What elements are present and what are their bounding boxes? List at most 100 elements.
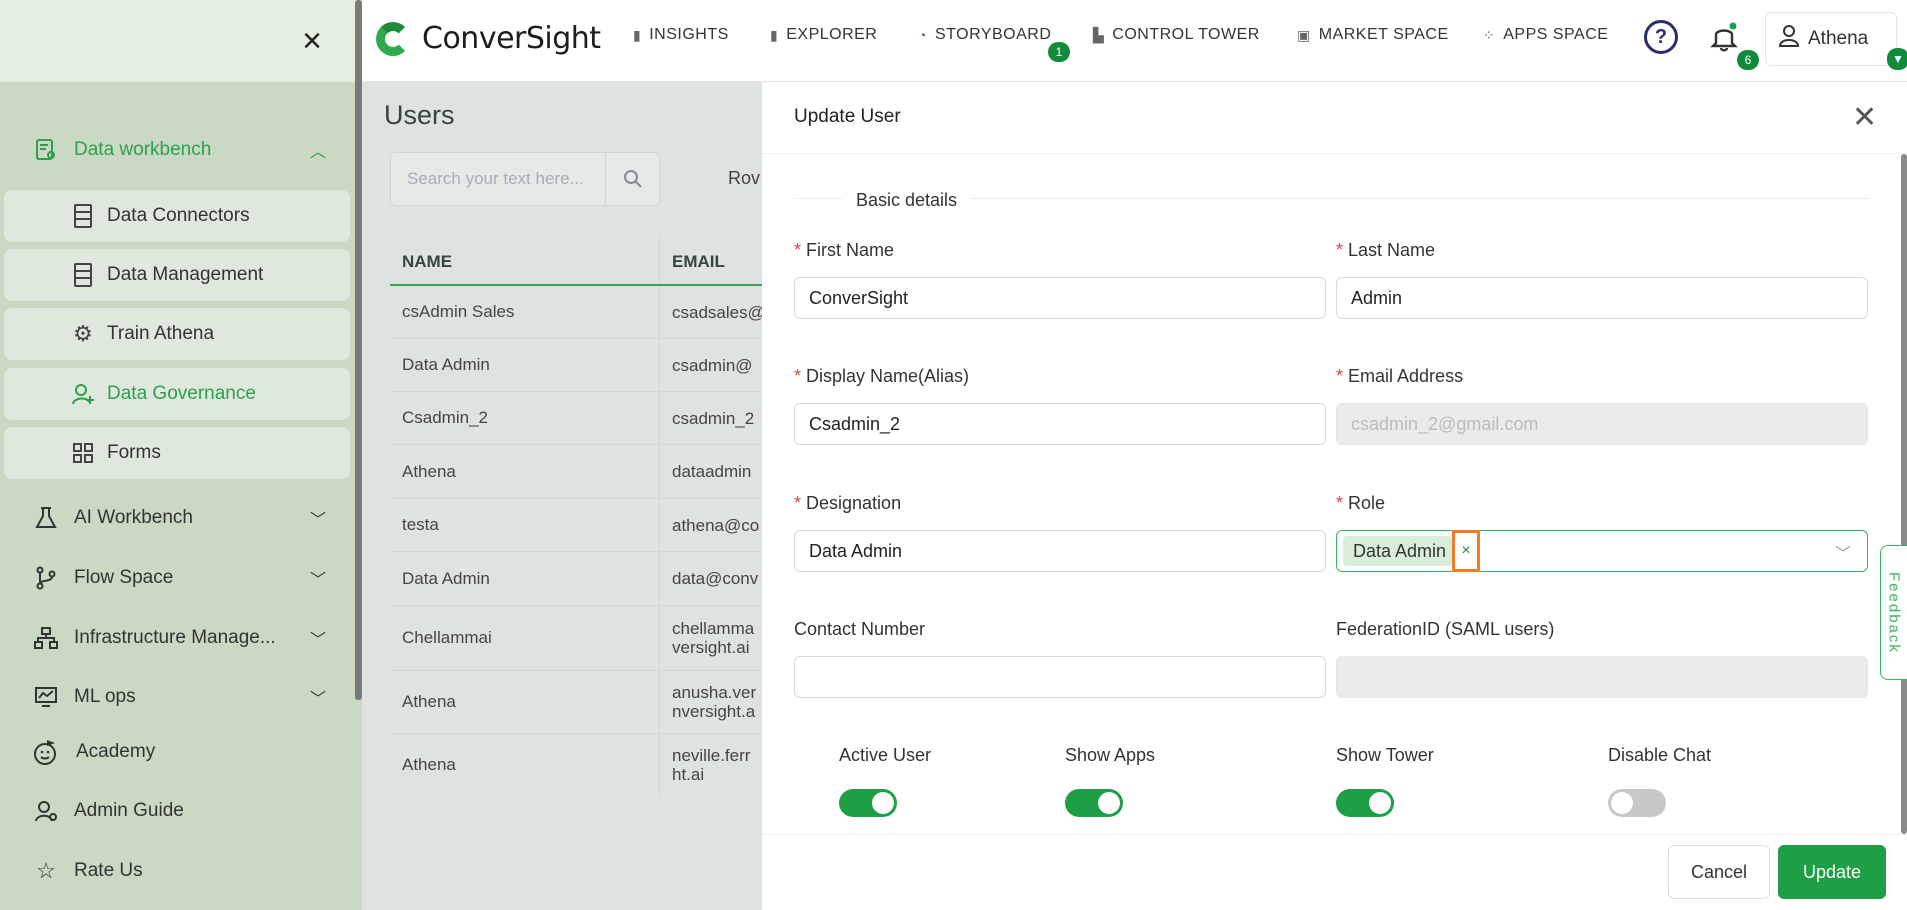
table-row[interactable]: Csadmin_2 csadmin_2 xyxy=(390,392,762,445)
storyboard-badge: 1 xyxy=(1048,42,1070,62)
feedback-tab[interactable]: Feedback xyxy=(1880,545,1907,680)
nav-label: APPS SPACE xyxy=(1503,26,1609,43)
contact-number-field[interactable] xyxy=(794,656,1326,698)
remove-tag-icon[interactable]: × xyxy=(1452,530,1481,572)
first-name-label: * First Name xyxy=(794,240,895,260)
sidebar-item-rate-us[interactable]: ☆ Rate Us xyxy=(0,846,350,896)
cell-email: csadmin_2 xyxy=(672,408,755,428)
show-tower-toggle[interactable] xyxy=(1336,789,1394,817)
user-menu-caret-icon[interactable]: ▼ xyxy=(1887,48,1907,70)
sidebar-item-data-connectors[interactable]: Data Connectors xyxy=(4,190,350,242)
cell-name: csAdmin Sales xyxy=(390,286,660,338)
cell-name: Data Admin xyxy=(390,339,660,391)
nav-insights[interactable]: ▮ INSIGHTS xyxy=(633,26,729,44)
role-tag: Data Admin xyxy=(1343,536,1453,566)
sidebar-section-label: ML ops xyxy=(74,686,136,707)
federation-id-label: FederationID (SAML users) xyxy=(1336,619,1555,639)
academy-icon xyxy=(32,738,60,766)
sidebar-item-admin-guide[interactable]: Admin Guide xyxy=(0,786,350,836)
chevron-down-icon[interactable]: ﹀ xyxy=(1835,540,1851,564)
sidebar-section-label: Data workbench xyxy=(74,139,212,160)
sidebar-section-infrastructure[interactable]: Infrastructure Manage... ﹀ xyxy=(0,613,350,663)
nav-storyboard[interactable]: ◔ STORYBOARD xyxy=(918,26,1051,44)
table-row[interactable]: testa athena@co xyxy=(390,499,762,552)
disable-chat-toggle[interactable] xyxy=(1608,789,1666,817)
star-icon: ☆ xyxy=(36,858,56,883)
user-icon xyxy=(1778,24,1800,54)
drawer-scrollbar[interactable] xyxy=(1901,154,1907,834)
active-user-toggle[interactable] xyxy=(839,789,897,817)
nav-apps-space[interactable]: ⁘ APPS SPACE xyxy=(1483,26,1608,44)
brand-logo[interactable]: ConverSight xyxy=(374,18,601,58)
rows-per-page-label: Rov xyxy=(728,168,761,188)
bell-icon[interactable] xyxy=(1710,22,1738,59)
chevron-down-icon: ﹀ xyxy=(310,572,327,589)
page-title: Users xyxy=(384,100,455,130)
role-select[interactable]: Data Admin × ﹀ xyxy=(1336,530,1868,572)
table-row[interactable]: Data Admin csadmin@ xyxy=(390,339,762,392)
tower-icon: ▙ xyxy=(1093,26,1105,43)
nav-market-space[interactable]: ▣ MARKET SPACE xyxy=(1297,26,1449,44)
nav-label: MARKET SPACE xyxy=(1318,26,1449,43)
cell-name: Athena xyxy=(390,734,660,796)
sidebar-item-label: Forms xyxy=(107,442,161,463)
sidebar-item-label: Admin Guide xyxy=(74,800,184,821)
table-row[interactable]: Chellammai chellamma versight.ai xyxy=(390,606,762,671)
search-box[interactable]: Search your text here... xyxy=(390,152,660,206)
bar-chart-icon: ▮ xyxy=(633,26,642,43)
table-row[interactable]: Athena neville.ferr ht.ai xyxy=(390,734,762,796)
sidebar-section-flow-space[interactable]: Flow Space ﹀ xyxy=(0,553,350,603)
last-name-field[interactable]: Admin xyxy=(1336,277,1868,319)
table-header: NAME EMAIL xyxy=(390,236,762,286)
update-user-drawer: Update User ✕ Basic details * First Name … xyxy=(762,82,1907,910)
update-button[interactable]: Update xyxy=(1778,845,1886,899)
chevron-down-icon: ﹀ xyxy=(310,632,327,649)
user-add-icon xyxy=(66,379,100,409)
sidebar-scrollbar[interactable] xyxy=(355,0,362,700)
help-icon[interactable]: ? xyxy=(1644,20,1678,54)
cell-name: Csadmin_2 xyxy=(390,392,660,444)
flask-icon xyxy=(32,504,60,532)
cell-name: Data Admin xyxy=(390,552,660,605)
drawer-header: Update User ✕ xyxy=(762,82,1907,154)
drawer-footer: Cancel Update xyxy=(762,834,1907,910)
sidebar-section-data-workbench[interactable]: Data workbench ︿ xyxy=(0,125,350,175)
sidebar-item-academy[interactable]: Academy xyxy=(0,727,350,777)
table-row[interactable]: Athena dataadmin xyxy=(390,445,762,499)
nav-control-tower[interactable]: ▙ CONTROL TOWER xyxy=(1093,26,1260,44)
sidebar-item-label: Data Connectors xyxy=(107,205,250,226)
show-apps-toggle[interactable] xyxy=(1065,789,1123,817)
hierarchy-icon xyxy=(32,624,60,652)
role-tag-label: Data Admin xyxy=(1353,540,1447,561)
sidebar-item-train-athena[interactable]: ⚙ Train Athena xyxy=(4,308,350,360)
grid-icon xyxy=(66,438,100,468)
column-header-email[interactable]: EMAIL xyxy=(660,236,762,284)
sidebar-item-data-governance[interactable]: Data Governance xyxy=(4,368,350,420)
sidebar-item-data-management[interactable]: Data Management xyxy=(4,249,350,301)
close-icon[interactable]: × xyxy=(296,24,328,58)
required-marker: * xyxy=(794,240,802,260)
show-apps-label: Show Apps xyxy=(1065,745,1156,765)
nav-explorer[interactable]: ▮ EXPLORER xyxy=(770,26,877,44)
branch-icon xyxy=(32,564,60,592)
display-name-field[interactable]: Csadmin_2 xyxy=(794,403,1326,445)
table-row[interactable]: Athena anusha.ver nversight.a xyxy=(390,671,762,734)
first-name-field[interactable]: ConverSight xyxy=(794,277,1326,319)
designation-field[interactable]: Data Admin xyxy=(794,530,1326,572)
search-icon[interactable] xyxy=(605,153,659,205)
cell-email: neville.ferr ht.ai xyxy=(672,746,751,784)
column-header-name[interactable]: NAME xyxy=(390,236,660,284)
table-row[interactable]: Data Admin data@conv xyxy=(390,552,762,606)
cancel-button[interactable]: Cancel xyxy=(1668,845,1770,899)
close-icon[interactable]: ✕ xyxy=(1852,100,1877,135)
search-input[interactable]: Search your text here... xyxy=(407,169,584,189)
user-menu[interactable]: Athena xyxy=(1765,12,1897,66)
active-user-label: Active User xyxy=(839,745,932,765)
email-label: * Email Address xyxy=(1336,366,1464,386)
sidebar-item-forms[interactable]: Forms xyxy=(4,427,350,479)
table-row[interactable]: csAdmin Sales csadsales@ xyxy=(390,286,762,339)
cell-email: athena@co xyxy=(672,515,760,535)
sidebar-section-ml-ops[interactable]: ML ops ﹀ xyxy=(0,672,350,722)
cell-email: csadsales@ xyxy=(672,302,762,322)
sidebar-section-ai-workbench[interactable]: AI Workbench ﹀ xyxy=(0,493,350,543)
